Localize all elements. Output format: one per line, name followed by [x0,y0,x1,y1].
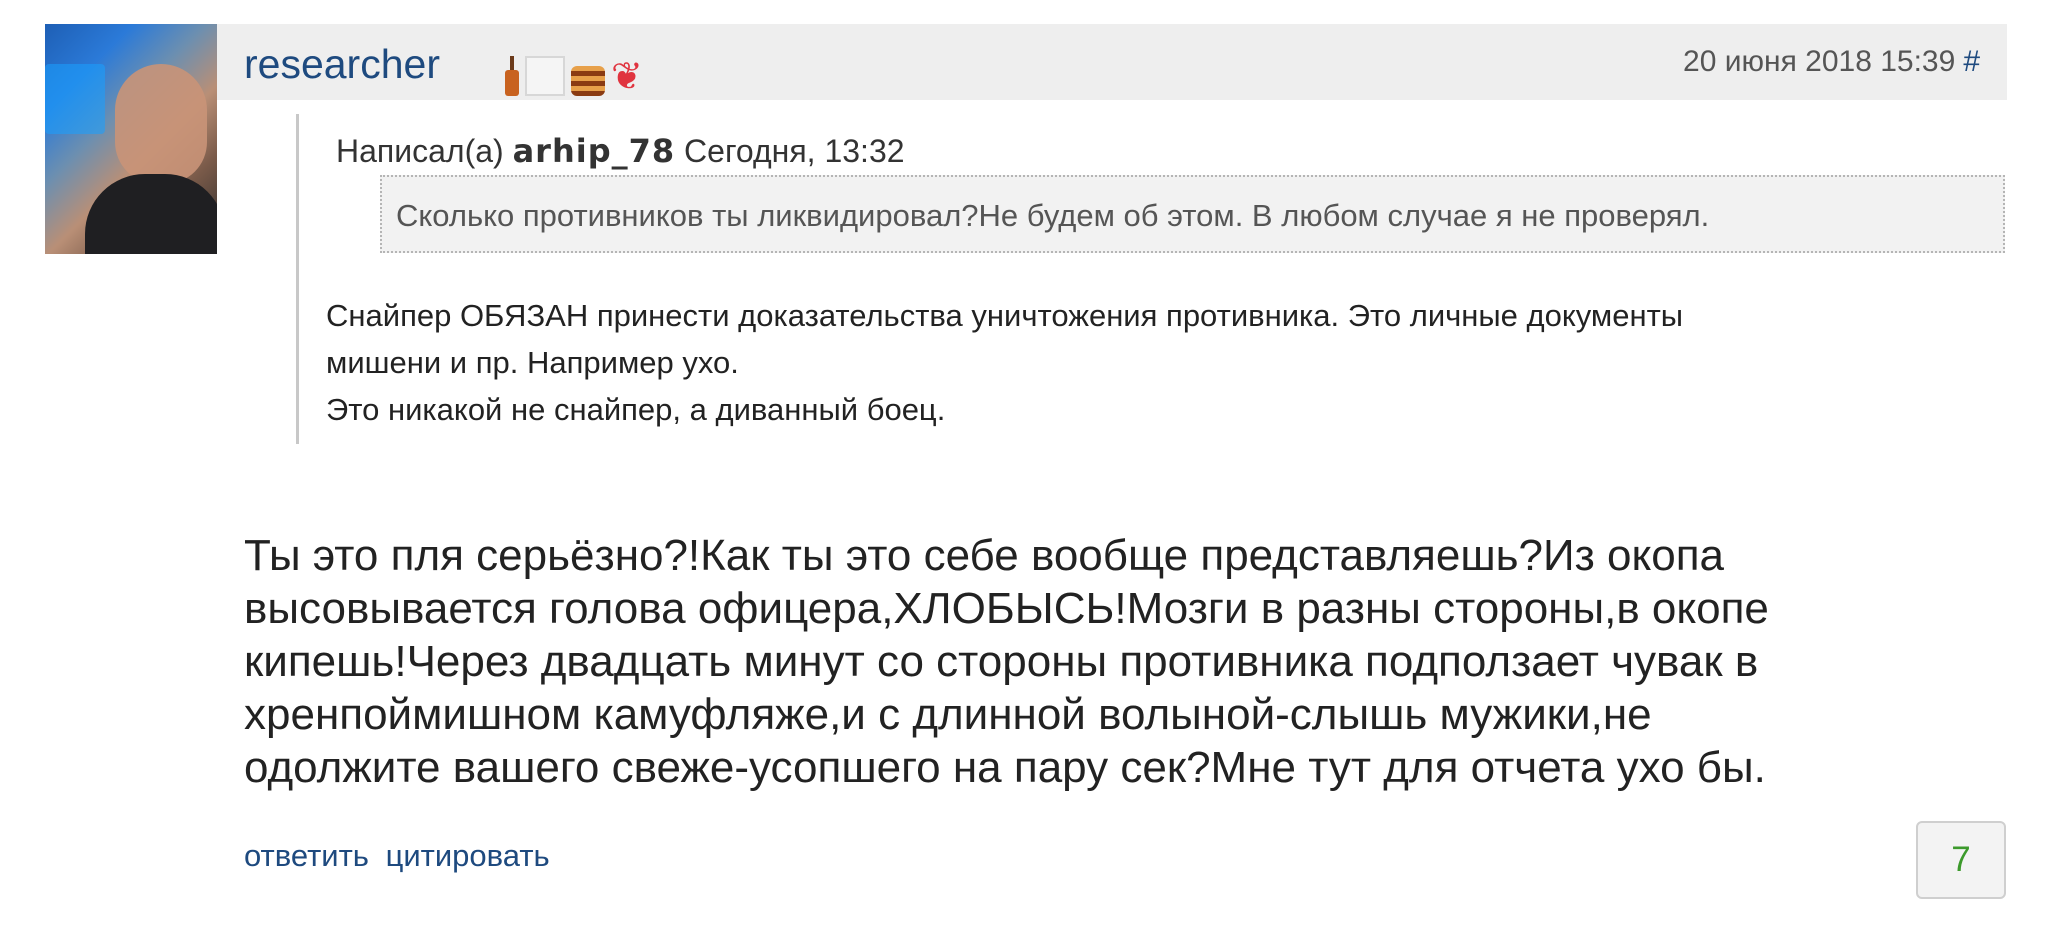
post-body-line: высовывается голова офицера,ХЛОБЫСЬ!Мозг… [244,584,1769,633]
permalink-link[interactable]: # [1963,45,1980,78]
user-badges: ❦ [505,52,651,96]
cake-icon[interactable] [571,66,605,96]
post-timestamp: 20 июня 2018 15:39 # [1683,44,1980,80]
quote-line: мишени и пр. Например ухо. [326,345,739,380]
quote-time: Сегодня, 13:32 [684,133,905,169]
post-body-line: одолжите вашего свеже-усопшего на пару с… [244,743,1766,792]
post-body-line: кипешь!Через двадцать минут со стороны п… [244,637,1759,686]
quote-line: Снайпер ОБЯЗАН принести доказательства у… [326,298,1684,333]
quote-border [296,114,299,444]
quote-line: Это никакой не снайпер, а диванный боец. [326,392,946,427]
avatar-shirt [85,174,217,254]
quote-prefix: Написал(а) [336,133,504,169]
author-avatar[interactable] [45,24,217,254]
post-body: Ты это пля серьёзно?!Как ты это себе воо… [244,529,1964,794]
post-body-line: Ты это пля серьёзно?!Как ты это себе воо… [244,531,1725,580]
post-body-line: хренпоймишном камуфляже,и с длинной волы… [244,690,1652,739]
empty-badge-icon[interactable] [525,56,565,96]
rating-value: 7 [1951,840,1971,879]
quote-link[interactable]: цитировать [386,838,550,873]
post-date: 20 июня 2018 15:39 [1683,45,1956,78]
quote-body: Снайпер ОБЯЗАН принести доказательства у… [326,292,1986,433]
quote-header: Написал(а) arhip_78 Сегодня, 13:32 [336,132,905,170]
nested-quote-text: Сколько противников ты ликвидировал?Не б… [396,198,1710,233]
nested-quote: Сколько противников ты ликвидировал?Не б… [380,175,2005,253]
bottle-icon[interactable] [505,56,519,96]
author-username-link[interactable]: researcher [244,40,440,89]
reply-link[interactable]: ответить [244,838,369,873]
heart-icon[interactable]: ❦ [611,58,651,96]
quote-author-name[interactable]: arhip_78 [513,132,676,170]
avatar-face [115,64,207,184]
post-actions: ответить цитировать [244,837,558,874]
rating-button[interactable]: 7 [1916,821,2006,899]
avatar-background-screen [45,64,105,134]
